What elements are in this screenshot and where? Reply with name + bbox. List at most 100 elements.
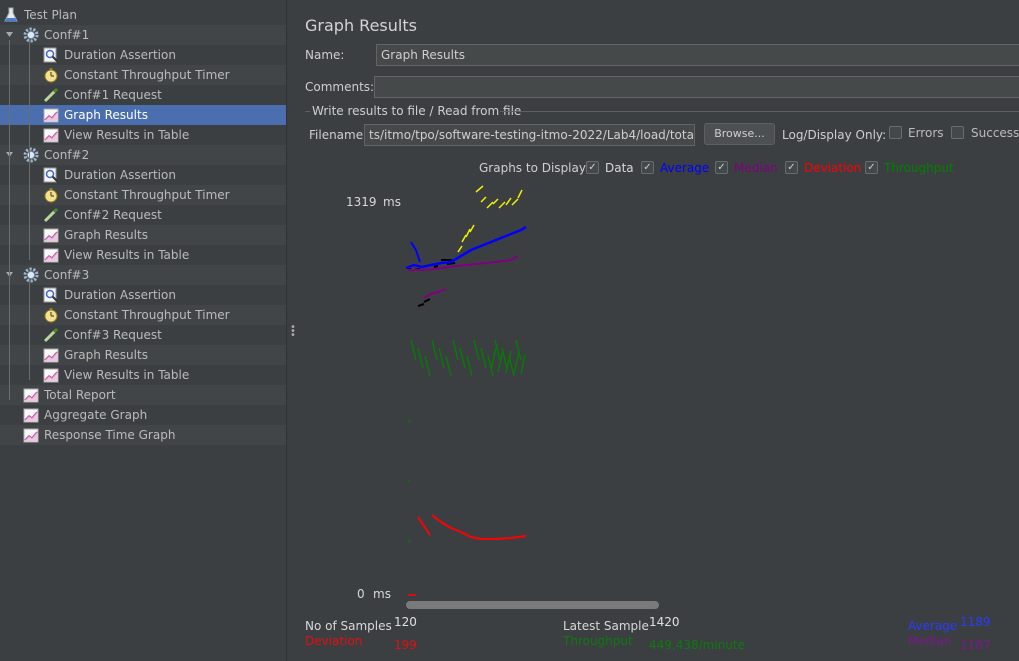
- tree-item-label: View Results in Table: [64, 248, 190, 262]
- graph-horizontal-scrollbar[interactable]: [406, 601, 659, 609]
- tree-item-label: Graph Results: [64, 348, 148, 362]
- tree-item[interactable]: Duration Assertion: [0, 165, 286, 185]
- data-point: [517, 189, 523, 199]
- throughput-point: [408, 539, 411, 543]
- graphs-to-display-label: Graphs to Display: [479, 161, 586, 175]
- tree-item[interactable]: Constant Throughput Timer: [0, 185, 286, 205]
- comments-label: Comments:: [305, 80, 375, 94]
- average-label: Average: [908, 619, 958, 633]
- tree-item[interactable]: Graph Results: [0, 345, 286, 365]
- average-line: [405, 225, 527, 270]
- average-option-label: Average: [660, 161, 710, 175]
- tree-item[interactable]: Conf#1: [0, 25, 286, 45]
- tree-guide-line: [29, 280, 30, 380]
- deviation-value: 199: [394, 638, 417, 652]
- median-line: [408, 255, 519, 271]
- deviation-option-label: Deviation: [804, 161, 862, 175]
- gear-icon: [22, 146, 40, 164]
- data-point: [511, 198, 519, 206]
- data-point: [475, 185, 484, 193]
- browse-button[interactable]: Browse...: [704, 123, 775, 145]
- chart-icon: [42, 366, 60, 384]
- tree-item-label: Duration Assertion: [64, 288, 176, 302]
- deviation-checkbox[interactable]: ✓: [785, 161, 798, 174]
- tree-item[interactable]: Total Report: [0, 385, 286, 405]
- file-group-title: Write results to file / Read from file: [312, 104, 522, 118]
- tree-guide-line: [29, 160, 30, 260]
- throughput-point: [520, 354, 526, 375]
- tree-item-label: Conf#3 Request: [64, 328, 162, 342]
- pane-splitter[interactable]: • • •: [286, 0, 296, 661]
- pipette-icon: [42, 326, 60, 344]
- samples-value: 120: [394, 615, 417, 629]
- data-point: [486, 201, 494, 209]
- data-point: [480, 196, 487, 203]
- data-point: [469, 224, 475, 233]
- tree-item[interactable]: Test Plan: [0, 5, 286, 25]
- chart-icon: [42, 246, 60, 264]
- data-point: [465, 228, 471, 238]
- tree-item-label: View Results in Table: [64, 128, 190, 142]
- average-checkbox[interactable]: ✓: [641, 161, 654, 174]
- file-group-border-right: [500, 111, 1019, 112]
- tree-item-label: Conf#2: [44, 148, 90, 162]
- tree-item[interactable]: Duration Assertion: [0, 45, 286, 65]
- throughput-point: [513, 351, 520, 375]
- gear-icon: [22, 26, 40, 44]
- throughput-point: [410, 339, 417, 361]
- tree-item[interactable]: Graph Results: [0, 105, 286, 125]
- throughput-point: [408, 479, 411, 483]
- deviation-line: [417, 516, 431, 536]
- test-plan-tree[interactable]: Test Plan Conf#1 Duration Assertion Constan…: [0, 0, 286, 661]
- throughput-value: 449,438/minute: [649, 638, 745, 652]
- tree-item[interactable]: Conf#1 Request: [0, 85, 286, 105]
- name-label: Name:: [305, 48, 345, 62]
- samples-label: No of Samples: [305, 619, 392, 633]
- data-point: [423, 298, 431, 303]
- tree-item-label: Total Report: [44, 388, 116, 402]
- median-value: 1187: [960, 638, 991, 652]
- name-field[interactable]: Graph Results: [376, 44, 1019, 66]
- tree-item-label: Test Plan: [24, 8, 77, 22]
- data-point: [461, 234, 467, 243]
- throughput-label: Throughput: [563, 634, 633, 648]
- tree-item[interactable]: View Results in Table: [0, 125, 286, 145]
- median-checkbox[interactable]: ✓: [715, 161, 728, 174]
- data-option-label: Data: [605, 161, 634, 175]
- successes-checkbox[interactable]: [951, 126, 964, 139]
- tree-item[interactable]: Response Time Graph: [0, 425, 286, 445]
- tree-item[interactable]: View Results in Table: [0, 245, 286, 265]
- chart-icon: [42, 106, 60, 124]
- tree-guide-line: [9, 40, 10, 400]
- tree-item-label: Constant Throughput Timer: [64, 188, 230, 202]
- tree-item[interactable]: Aggregate Graph: [0, 405, 286, 425]
- tree-item-label: Duration Assertion: [64, 168, 176, 182]
- deviation-label: Deviation: [305, 634, 363, 648]
- tree-item-label: Graph Results: [64, 108, 148, 122]
- errors-checkbox[interactable]: [889, 126, 902, 139]
- data-checkbox[interactable]: ✓: [586, 161, 599, 174]
- latest-sample-value: 1420: [649, 615, 680, 629]
- throughput-point: [473, 339, 480, 361]
- tree-item[interactable]: Conf#2 Request: [0, 205, 286, 225]
- throughput-point: [431, 339, 438, 361]
- gear-icon: [22, 266, 40, 284]
- graph-canvas: [405, 185, 527, 596]
- comments-field[interactable]: [374, 76, 1019, 98]
- tree-item[interactable]: Graph Results: [0, 225, 286, 245]
- chart-icon: [42, 226, 60, 244]
- throughput-checkbox[interactable]: ✓: [865, 161, 878, 174]
- tree-item[interactable]: Conf#3 Request: [0, 325, 286, 345]
- tree-item[interactable]: Conf#2: [0, 145, 286, 165]
- throughput-point: [480, 347, 487, 369]
- tree-item[interactable]: Constant Throughput Timer: [0, 305, 286, 325]
- throughput-point: [438, 347, 445, 369]
- filename-field[interactable]: ts/itmo/tpo/software-testing-itmo-2022/L…: [364, 124, 695, 146]
- expand-toggle-icon[interactable]: [4, 30, 14, 40]
- tree-item[interactable]: Duration Assertion: [0, 285, 286, 305]
- tree-item[interactable]: Conf#3: [0, 265, 286, 285]
- deviation-line: [431, 514, 527, 540]
- tree-item[interactable]: View Results in Table: [0, 365, 286, 385]
- tree-item-label: Aggregate Graph: [44, 408, 148, 422]
- tree-item[interactable]: Constant Throughput Timer: [0, 65, 286, 85]
